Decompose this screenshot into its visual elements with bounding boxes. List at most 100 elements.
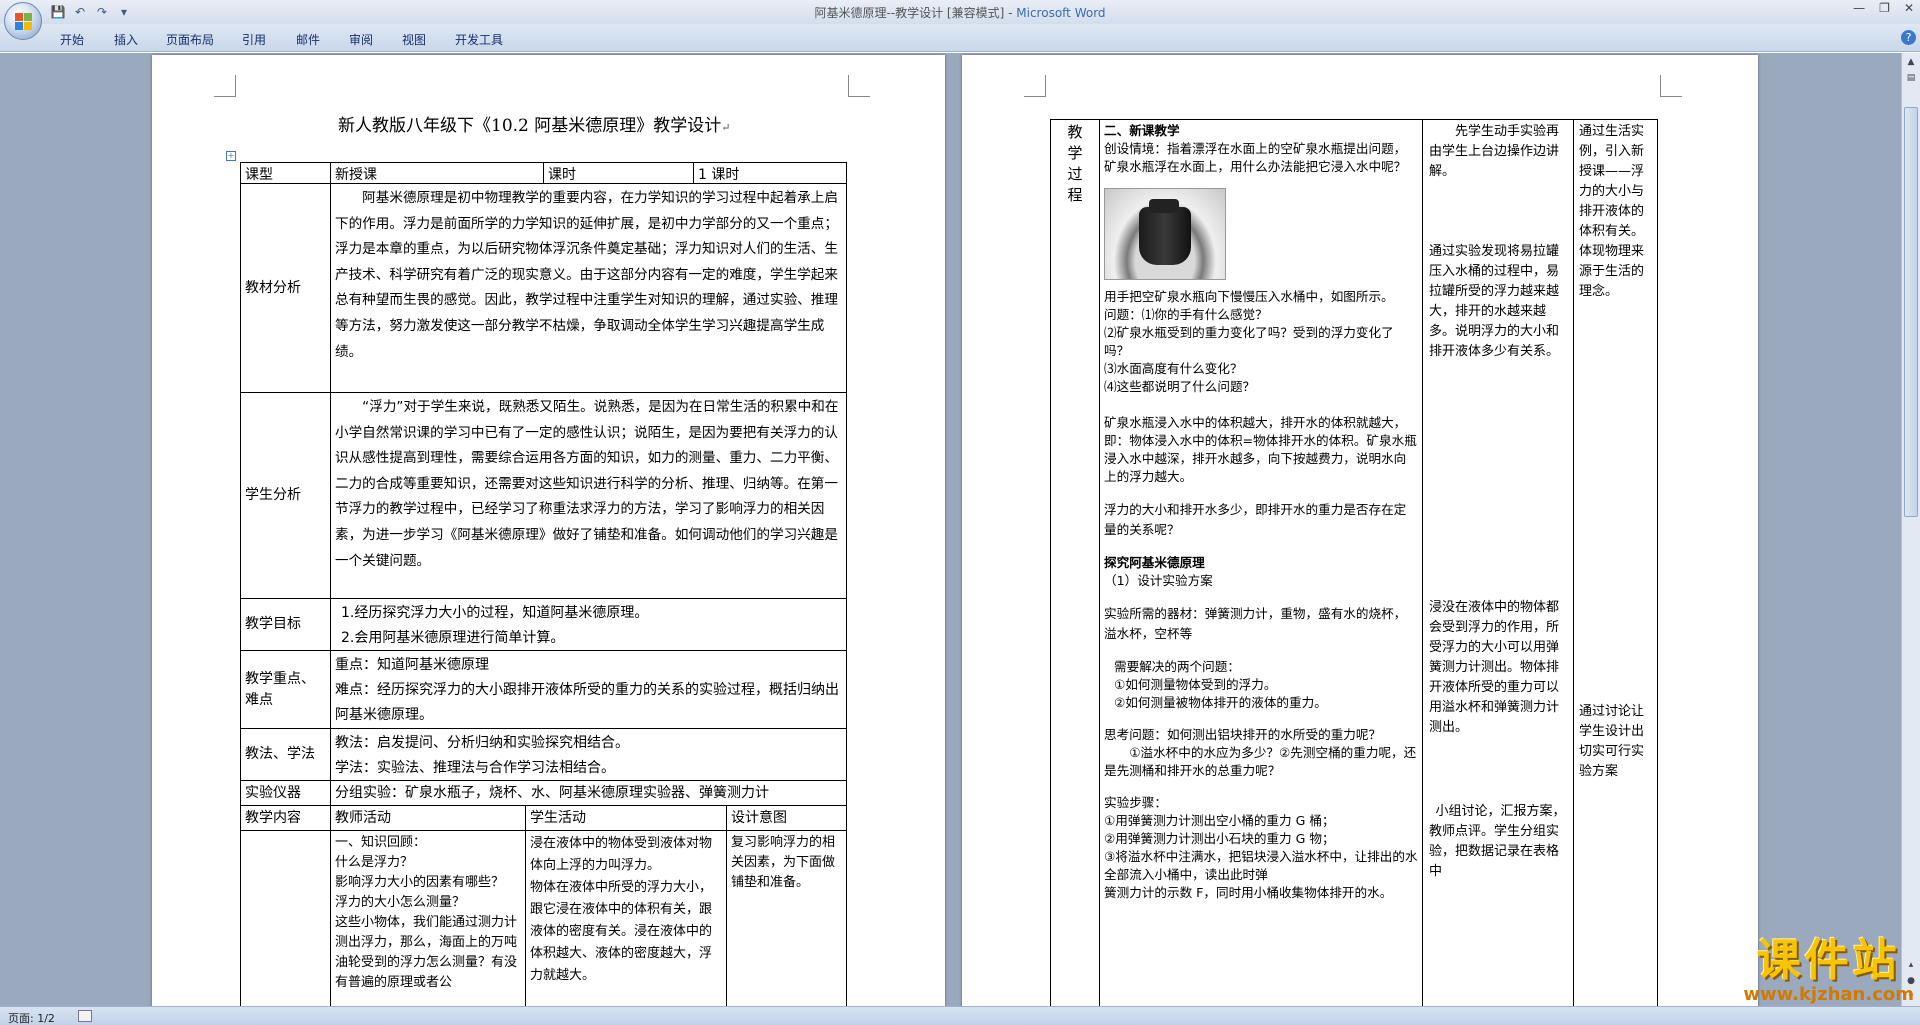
table-move-handle-icon[interactable]: + (226, 151, 236, 161)
tab-page-layout[interactable]: 页面布局 (166, 31, 214, 48)
paragraph: ①溢水杯中的水应为多少？②先测空桶的重力呢，还是先测桶和排开水的总重力呢？ (1104, 745, 1417, 778)
office-button[interactable] (4, 2, 42, 40)
key-points: 重点：知道阿基米德原理 难点：经历探究浮力的大小跟排开液体所受的重力的关系的实验… (330, 650, 847, 729)
goal-item: 2.会用阿基米德原理进行简单计算。 (341, 630, 565, 646)
paragraph: 思考问题：如何测出铝块排开的水所受的重力呢？ (1104, 727, 1382, 742)
header-teacher-activity: 教师活动 (330, 805, 526, 831)
value-periods: 1 课时 (693, 162, 847, 184)
paragraph: （1）设计实验方案 (1104, 573, 1213, 588)
paragraph: ①如何测量物体受到的浮力。 (1114, 677, 1277, 692)
step: 簧测力计的示数 F，同时用小桶收集物体排开的水。 (1104, 885, 1393, 900)
paragraph: 需要解决的两个问题： (1114, 659, 1240, 674)
tab-mailings[interactable]: 邮件 (296, 31, 320, 48)
office-logo-icon (15, 13, 33, 31)
tab-insert[interactable]: 插入 (114, 31, 138, 48)
step: ①用弹簧测力计测出空小桶的重力 G 桶； (1104, 813, 1335, 828)
tab-home[interactable]: 开始 (60, 31, 84, 48)
equipment-text: 分组实验：矿泉水瓶子，烧杯、水、阿基米德原理实验器、弹簧测力计 (330, 780, 847, 806)
student-activity-text: 通过实验发现将易拉罐压入水桶的过程中，易拉罐所受的浮力越来越大，排开的水越来越多… (1429, 244, 1560, 359)
label-textbook-analysis: 教材分析 (240, 183, 331, 393)
paragraph: 矿泉水瓶浸入水中的体积越大，排开水的体积就越大，即：物体浸入水中的体积=物体排开… (1104, 415, 1417, 484)
methods: 教法：启发提问、分析归纳和实验探究相结合。 学法：实验法、推理法与合作学习法相结… (330, 728, 847, 781)
header-design-intent: 设计意图 (726, 805, 847, 831)
section-heading: 探究阿基米德原理 (1104, 555, 1205, 570)
watermark-url: www.kjzhan.com (1743, 984, 1914, 1005)
student-activity-new-lesson: 先学生动手实验再由学生上台边操作边讲解。 通过实验发现将易拉罐压入水桶的过程中，… (1422, 119, 1574, 1006)
proofing-icon[interactable] (78, 1010, 92, 1022)
teacher-activity-review: 一、知识回顾： 什么是浮力？ 影响浮力大小的因素有哪些？ 浮力的大小怎么测量？ … (330, 830, 526, 1006)
tab-review[interactable]: 审阅 (349, 31, 373, 48)
question: 问题：⑴你的手有什么感觉？ (1104, 307, 1268, 322)
title-bar: 💾 ↶ ↷ ▾ 阿基米德原理--教学设计 [兼容模式] - Microsoft … (0, 0, 1920, 24)
bottle-in-bucket-image (1104, 188, 1226, 280)
document-page-1: 新人教版八年级下《10.2 阿基米德原理》教学设计↵ + 课型 新授课 课时 1… (152, 55, 945, 1006)
minimize-icon[interactable]: — (1853, 1, 1865, 15)
help-icon[interactable]: ? (1901, 30, 1916, 45)
header-content: 教学内容 (240, 805, 331, 831)
student-activity-text: 浸没在液体中的物体都会受到浮力的作用，所受浮力的大小可以用弹簧测力计测出。物体排… (1429, 600, 1560, 735)
design-intent-text: 通过生活实例，引入新授课——浮力的大小与排开液体的体积有关。体现物理来源于生活的… (1579, 124, 1645, 299)
tab-references[interactable]: 引用 (242, 31, 266, 48)
learning-method: 学法：实验法、推理法与合作学习法相结合。 (335, 760, 615, 776)
page-title: 新人教版八年级下《10.2 阿基米德原理》教学设计↵ (338, 116, 731, 136)
margin-mark (214, 75, 236, 97)
label-lesson-type: 课型 (240, 162, 331, 184)
step: ②用弹簧测力计测出小石块的重力 G 物； (1104, 831, 1335, 846)
paragraph: ②如何测量被物体排开的液体的重力。 (1114, 695, 1327, 710)
margin-mark (1024, 75, 1046, 97)
textbook-analysis-text: 阿基米德原理是初中物理教学的重要内容，在力学知识的学习过程中起着承上启下的作用。… (330, 183, 847, 393)
goal-item: 1.经历探究浮力大小的过程，知道阿基米德原理。 (341, 605, 649, 621)
section-heading: 二、新课教学 (1104, 123, 1180, 138)
step: ③将溢水杯中注满水，把铝块浸入溢水杯中，让排出的水全部流入小桶中，读出此时弹 (1104, 849, 1418, 882)
paragraph: 用手把空矿泉水瓶向下慢慢压入水桶中，如图所示。 (1104, 289, 1394, 304)
document-title: 阿基米德原理--教学设计 [兼容模式] - (814, 6, 1017, 20)
margin-mark (848, 75, 870, 97)
label-periods: 课时 (543, 162, 694, 184)
ribbon-tabs: 开始 插入 页面布局 引用 邮件 审阅 视图 开发工具 (0, 24, 1920, 52)
difficult-point-text: 难点：经历探究浮力的大小跟排开液体所受的重力的关系的实验过程，概括归纳出阿基米德… (335, 682, 839, 723)
app-name: Microsoft Word (1016, 6, 1106, 20)
document-page-2: 教学过程 二、新课教学 创设情境：指着漂浮在水面上的空矿泉水瓶提出问题，矿泉水瓶… (962, 55, 1758, 1006)
label-key-points: 教学重点、难点 (240, 650, 331, 729)
teaching-method: 教法：启发提问、分析归纳和实验探究相结合。 (335, 735, 629, 751)
design-intent-review: 复习影响浮力的相关因素，为下面做铺垫和准备。 (726, 830, 847, 1006)
question: ⑵矿泉水瓶受到的重力变化了吗？受到的浮力变化了吗？ (1104, 325, 1394, 358)
student-activity-text: 小组讨论，汇报方案，教师点评。学生分组实验，把数据记录在表格中 (1429, 804, 1566, 879)
value-lesson-type: 新授课 (330, 162, 544, 184)
window-title: 阿基米德原理--教学设计 [兼容模式] - Microsoft Word (0, 4, 1920, 21)
paragraph: 实验所需的器材：弹簧测力计，重物，盛有水的烧杯，溢水杯，空杯等 (1104, 606, 1407, 641)
label-equipment: 实验仪器 (240, 780, 331, 806)
margin-mark (1660, 75, 1682, 97)
page-count[interactable]: 页面: 1/2 (8, 1010, 55, 1025)
site-watermark: 课件站 www.kjzhan.com (1743, 924, 1914, 1005)
tab-developer[interactable]: 开发工具 (455, 31, 503, 48)
design-intent-new-lesson: 通过生活实例，引入新授课——浮力的大小与排开液体的体积有关。体现物理来源于生活的… (1573, 119, 1658, 1006)
label-methods: 教法、学法 (240, 728, 331, 781)
student-activity-review: 浸在液体中的物体受到液体对物体向上浮的力叫浮力。 物体在液体中所受的浮力大小，跟… (525, 830, 727, 1006)
student-activity-text: 先学生动手实验再由学生上台边操作边讲解。 (1429, 124, 1560, 179)
label-teaching-goals: 教学目标 (240, 598, 331, 651)
header-student-activity: 学生活动 (525, 805, 727, 831)
document-workspace: 新人教版八年级下《10.2 阿基米德原理》教学设计↵ + 课型 新授课 课时 1… (0, 53, 1901, 1006)
status-bar: 页面: 1/2 (0, 1006, 1920, 1025)
label-student-analysis: 学生分析 (240, 392, 331, 599)
vertical-scrollbar[interactable]: ▲ ▤ ▴ ● ▾ (1901, 53, 1920, 1006)
ruler-toggle-icon[interactable]: ▤ (1904, 71, 1918, 85)
close-icon[interactable]: ✕ (1904, 1, 1914, 15)
scroll-up-icon[interactable]: ▲ (1904, 55, 1918, 69)
watermark-text: 课件站 (1756, 935, 1901, 986)
tab-view[interactable]: 视图 (402, 31, 426, 48)
design-intent-text: 通过讨论让学生设计出切实可行实验方案 (1579, 704, 1645, 779)
paragraph: 浮力的大小和排开水多少，即排开水的重力是否存在定量的关系呢？ (1104, 502, 1407, 537)
key-point-text: 重点：知道阿基米德原理 (335, 657, 489, 673)
question: ⑶水面高度有什么变化？ (1104, 361, 1243, 376)
paragraph: 实验步骤： (1104, 795, 1167, 810)
restore-icon[interactable]: ❐ (1879, 1, 1890, 15)
paragraph: 创设情境：指着漂浮在水面上的空矿泉水瓶提出问题，矿泉水瓶浮在水面上，用什么办法能… (1104, 141, 1407, 174)
window-controls: — ❐ ✕ (1853, 1, 1914, 15)
teaching-goals: 1.经历探究浮力大小的过程，知道阿基米德原理。 2.会用阿基米德原理进行简单计算… (330, 598, 847, 651)
question: ⑷这些都说明了什么问题？ (1104, 379, 1256, 394)
student-analysis-text: “浮力”对于学生来说，既熟悉又陌生。说熟悉，是因为在日常生活的积累中和在小学自然… (330, 392, 847, 599)
label-teaching-process: 教学过程 (1050, 119, 1100, 1006)
scrollbar-thumb[interactable] (1904, 107, 1918, 517)
